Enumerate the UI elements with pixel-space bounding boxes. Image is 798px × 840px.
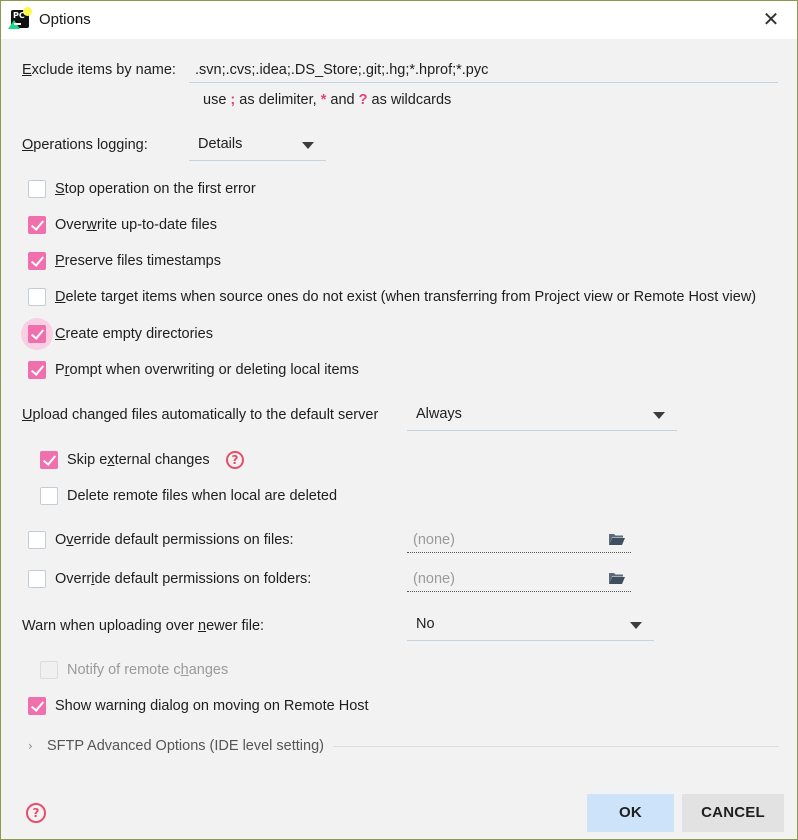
help-icon[interactable]: ? <box>26 803 46 823</box>
override-files-permissions-checkbox[interactable] <box>28 531 46 549</box>
folder-open-icon[interactable] <box>608 533 625 546</box>
ok-button[interactable]: OK <box>587 794 674 832</box>
exclude-input[interactable]: .svn;.cvs;.idea;.DS_Store;.git;.hg;*.hpr… <box>189 57 778 83</box>
delete-target-items-label: Delete target items when source ones do … <box>55 289 757 305</box>
preserve-timestamps-checkbox[interactable] <box>28 252 46 270</box>
exclude-hint: use ; as delimiter, * and ? as wildcards <box>203 92 452 108</box>
close-icon[interactable]: ✕ <box>761 8 781 30</box>
section-divider <box>333 746 779 747</box>
folder-open-icon[interactable] <box>608 572 625 585</box>
override-folders-permissions-checkbox[interactable] <box>28 570 46 588</box>
options-panel: Exclude items by name: .svn;.cvs;.idea;.… <box>1 39 797 839</box>
exclude-label: Exclude items by name: <box>22 62 176 78</box>
upload-changed-value: Always <box>416 406 462 422</box>
delete-remote-files-checkbox[interactable] <box>40 487 58 505</box>
create-empty-directories-label: Create empty directories <box>55 326 213 342</box>
overwrite-up-to-date-label: Overwrite up-to-date files <box>55 217 217 233</box>
delete-remote-files-label: Delete remote files when local are delet… <box>67 488 338 504</box>
prompt-overwriting-label: Prompt when overwriting or deleting loca… <box>55 362 359 378</box>
title-bar: PC Options ✕ <box>1 1 797 39</box>
delete-target-items-checkbox[interactable] <box>28 288 46 306</box>
folders-permissions-value: (none) <box>413 571 455 587</box>
operations-logging-value: Details <box>198 136 243 152</box>
operations-logging-select[interactable]: Details <box>189 129 326 161</box>
show-warning-dialog-checkbox[interactable] <box>28 697 46 715</box>
cancel-button[interactable]: CANCEL <box>682 794 784 832</box>
override-files-permissions-label: Override default permissions on files: <box>55 532 294 548</box>
chevron-down-icon <box>653 412 665 419</box>
warn-newer-value: No <box>416 616 435 632</box>
notify-remote-changes-checkbox <box>40 661 58 679</box>
show-warning-dialog-label: Show warning dialog on moving on Remote … <box>55 698 369 714</box>
notify-remote-changes-label: Notify of remote changes <box>67 662 229 678</box>
sftp-advanced-toggle[interactable]: SFTP Advanced Options (IDE level setting… <box>47 738 324 754</box>
skip-external-changes-label: Skip external changes <box>67 452 210 468</box>
stop-on-error-checkbox[interactable] <box>28 180 46 198</box>
create-empty-directories-checkbox[interactable] <box>28 325 46 343</box>
chevron-down-icon <box>630 622 642 629</box>
stop-on-error-label: Stop operation on the first error <box>55 181 256 197</box>
preserve-timestamps-label: Preserve files timestamps <box>55 253 221 269</box>
upload-changed-select[interactable]: Always <box>407 399 677 431</box>
help-icon[interactable]: ? <box>226 451 244 469</box>
window-title: Options <box>39 11 91 28</box>
chevron-right-icon[interactable]: › <box>28 739 33 753</box>
operations-logging-label: Operations logging: <box>22 137 148 153</box>
warn-newer-select[interactable]: No <box>407 609 654 641</box>
pycharm-logo-icon: PC <box>8 7 32 29</box>
chevron-down-icon <box>302 142 314 149</box>
override-folders-permissions-label: Override default permissions on folders: <box>55 571 312 587</box>
upload-changed-label: Upload changed files automatically to th… <box>22 407 379 423</box>
skip-external-changes-checkbox[interactable] <box>40 451 58 469</box>
folders-permissions-field[interactable]: (none) <box>407 566 631 592</box>
overwrite-up-to-date-checkbox[interactable] <box>28 216 46 234</box>
files-permissions-field[interactable]: (none) <box>407 527 631 553</box>
warn-newer-label: Warn when uploading over newer file: <box>22 618 265 634</box>
files-permissions-value: (none) <box>413 532 455 548</box>
prompt-overwriting-checkbox[interactable] <box>28 361 46 379</box>
